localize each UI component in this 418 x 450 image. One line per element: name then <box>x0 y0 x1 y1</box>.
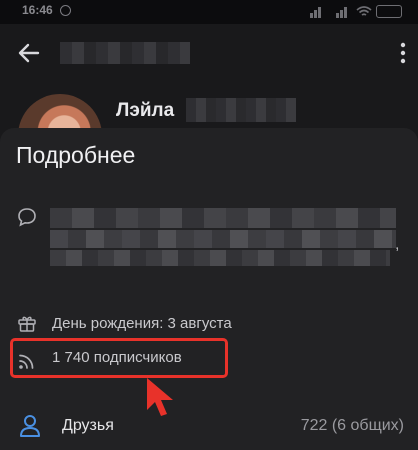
arrow-left-icon[interactable] <box>14 38 44 68</box>
gift-icon <box>18 316 36 332</box>
status-bar: 16:46 <box>0 0 418 24</box>
signal-bar-icon <box>336 13 339 18</box>
signal-bar-icon <box>318 7 321 18</box>
battery-icon <box>376 5 402 18</box>
status-notification-icon <box>60 5 71 16</box>
sheet-title: Подробнее <box>16 142 136 168</box>
more-vertical-icon[interactable] <box>398 40 408 66</box>
status-icons <box>310 5 402 18</box>
signal-bar-icon <box>310 13 313 18</box>
friends-label[interactable]: Друзья <box>62 417 114 435</box>
about-text-redacted <box>50 230 396 248</box>
details-sheet: Подробнее , День рождения: 3 августа 1 7… <box>0 128 418 450</box>
about-text-redacted <box>50 250 390 266</box>
signal-bar-icon <box>340 10 343 18</box>
signal-bar-icon <box>314 10 317 18</box>
profile-name: Лэйла <box>116 100 175 121</box>
birthday-text: День рождения: 3 августа <box>52 315 232 332</box>
top-bar <box>0 24 418 82</box>
user-icon <box>20 415 40 437</box>
profile-surname-redacted <box>186 98 296 122</box>
comment-icon <box>18 208 36 227</box>
highlight-box <box>10 338 228 378</box>
about-text-tail: , <box>395 236 400 253</box>
about-text-redacted <box>50 208 396 228</box>
friends-count[interactable]: 722 (6 общих) <box>301 417 404 435</box>
status-time: 16:46 <box>22 3 53 17</box>
arrow-cursor-icon <box>147 378 173 416</box>
page-title-redacted <box>60 42 190 64</box>
signal-bar-icon <box>344 7 347 18</box>
wifi-icon <box>356 6 372 16</box>
